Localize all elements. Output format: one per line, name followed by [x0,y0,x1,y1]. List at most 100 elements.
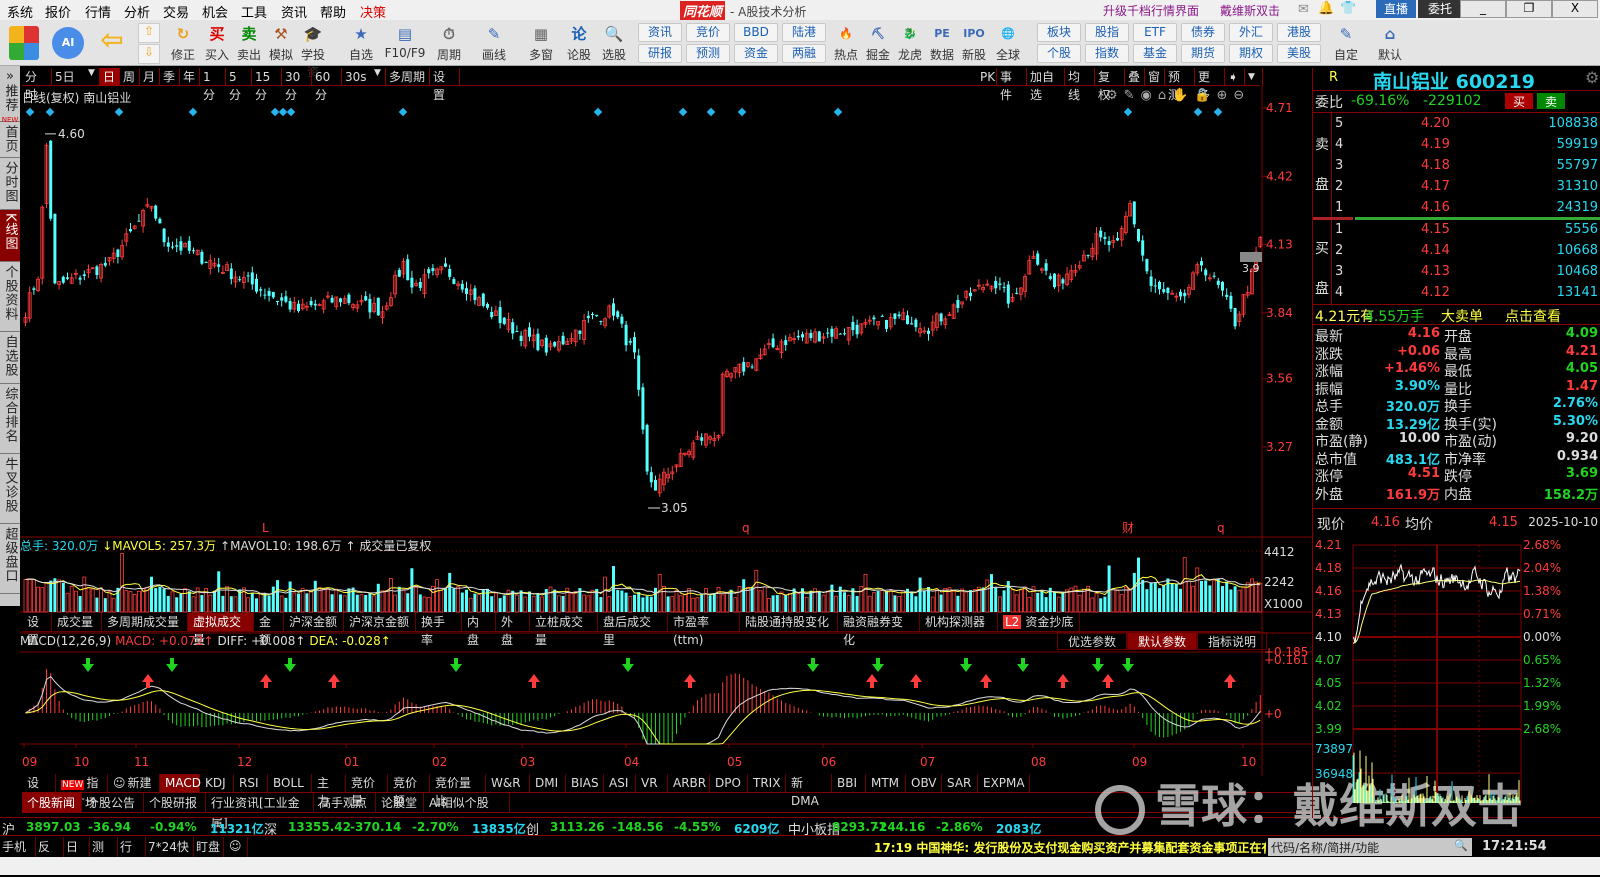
toolbar3-0-button[interactable]: ✎ 自定 [1328,23,1364,65]
news-tab-4[interactable]: 高手观点 [314,793,376,813]
menu-1[interactable]: 报价 [45,2,71,21]
macd-param-1[interactable]: 默认参数 [1127,632,1197,650]
status-item-0[interactable]: 手机端 [0,837,36,874]
indicator-tab-0[interactable]: 设置 [22,774,56,808]
indicator-tab-13[interactable]: BIAS [566,774,604,792]
period-6[interactable]: 年 [180,68,200,86]
entrust-button[interactable]: 委托 [1418,0,1462,18]
toolbar-btn-资金[interactable]: 资金 [734,44,778,63]
period-0[interactable]: 分时 [22,68,52,102]
chart-tool-6[interactable]: 窗 [1145,68,1165,86]
volume-tab-2[interactable]: 多周期成交量 [102,613,188,631]
ai-icon[interactable]: AI [50,23,86,65]
toolbar-8-button[interactable]: ✎ 画线 [473,23,515,65]
toolbar-btn-外汇[interactable]: 外汇 [1229,23,1273,42]
indicator-tab-9[interactable]: 竞价额 [388,774,430,808]
toolbar-2-button[interactable]: 卖卖出 [232,23,266,65]
toolbar-btn-ETF[interactable]: ETF [1133,23,1177,42]
live-button[interactable]: 直播 [1376,0,1416,18]
indicator-tab-12[interactable]: DMI [530,774,566,792]
menu-9[interactable]: 决策 [360,2,386,21]
chart-tool-8[interactable]: 更多 [1195,68,1225,102]
toolbar-7-button[interactable]: ⏱ 周期 [428,23,470,65]
period-7[interactable]: 1分 [200,68,226,102]
indicator-tab-11[interactable]: W&R [486,774,530,792]
toolbar-btn-期货[interactable]: 期货 [1181,44,1225,63]
volume-tab-15[interactable]: 机构探测器 [920,613,998,631]
toolbar-0-button[interactable]: ↻ 修正 [166,23,200,65]
upgrade-link[interactable]: 升级千档行情界面 [1103,2,1199,19]
chart-area[interactable]: 4.71 4.42 4.13 3.84 3.56 3.27 4.60 3.05 3.9 L q 财 q 4… [0,86,1312,776]
toolbar2-1-button[interactable]: ⛏ 掘金 [862,23,894,65]
toolbar2-2-button[interactable]: 🐉 龙虎 [894,23,926,65]
indicator-tab-14[interactable]: ASI [604,774,636,792]
indicator-tab-1[interactable]: NEW指标广场 [56,774,108,810]
toolbar-5-button[interactable]: ★ 自选 [340,23,382,65]
toolbar-btn-港股[interactable]: 港股 [1277,23,1321,42]
chart-tool-2[interactable]: 加自选 [1027,68,1065,102]
status-item-6[interactable]: 盯盘 [194,837,224,857]
toolbar-4-button[interactable]: 🎓 学投资 [296,23,330,79]
chevron-down-icon[interactable]: ▼ [88,68,95,78]
news-tab-1[interactable]: 个股公告 [82,793,144,813]
indicator-tab-7[interactable]: 主力 [312,774,346,808]
period-11[interactable]: 60分 [312,68,342,102]
news-tab-2[interactable]: 个股研报 [144,793,206,813]
period-9[interactable]: 15分 [252,68,282,102]
menu-8[interactable]: 帮助 [320,2,346,21]
indicator-tab-2[interactable]: ☺ 新建 [108,774,160,792]
volume-tab-12[interactable]: 市盈率(ttm) [668,613,740,647]
menu-5[interactable]: 机会 [202,2,228,21]
chart-tool-1[interactable]: 事件 [997,68,1027,102]
toolbar-btn-陆港[interactable]: 陆港 [782,23,826,42]
menu-6[interactable]: 工具 [241,2,267,21]
app-grid-icon[interactable] [6,23,42,65]
big-order-3[interactable]: 点击查看 [1505,306,1561,326]
indicator-tab-23[interactable]: SAR [942,774,978,792]
toolbar-btn-竞价[interactable]: 竞价 [686,23,730,42]
toolbar-btn-美股[interactable]: 美股 [1277,44,1321,63]
sell-button[interactable]: 卖 [1537,93,1565,109]
indicator-tab-6[interactable]: BOLL [268,774,312,792]
volume-tab-4[interactable]: 金额 [254,613,284,647]
status-item-3[interactable]: 测速 [90,837,118,874]
indicator-tab-22[interactable]: OBV [906,774,942,792]
period-10[interactable]: 30分 [282,68,312,102]
bell-icon[interactable]: 🔔 [1318,1,1334,16]
period-8[interactable]: 5分 [226,68,252,102]
volume-tab-16[interactable]: L2 资金抄底 [998,613,1080,631]
menu-7[interactable]: 资讯 [281,2,307,21]
toolbar2-0-button[interactable]: 🔥 热点 [830,23,862,65]
menu-2[interactable]: 行情 [85,2,111,21]
intraday-chart[interactable]: 4.21 2.68% 4.18 2.04% 4.16 1.38% 4.13 0.71% 4.10… [1313,533,1600,818]
volume-tab-7[interactable]: 换手率 [416,613,462,647]
toolbar-btn-预测[interactable]: 预测 [686,44,730,63]
close-button[interactable]: X [1552,0,1598,18]
status-item-1[interactable]: 反馈 [36,837,64,874]
mail-icon[interactable]: ✉ [1298,2,1309,17]
period-5[interactable]: 季 [160,68,180,86]
toolbar2-4-button[interactable]: IPO 新股 [958,23,990,65]
period-4[interactable]: 月 [140,68,160,86]
chart-tool-7[interactable]: 预测 [1165,68,1195,102]
indicator-tab-21[interactable]: MTM [866,774,906,792]
indicator-tab-4[interactable]: KDJ [200,774,234,792]
toolbar-btn-股指[interactable]: 股指 [1085,23,1129,42]
indicator-tab-19[interactable]: 新DMA [786,774,832,808]
volume-tab-6[interactable]: 沪深京金额 [344,613,416,631]
toolbar3-1-button[interactable]: ⌂ 默认 [1372,23,1408,65]
toolbar-11-button[interactable]: 🔍 选股 [597,23,631,65]
chart-tool-5[interactable]: 叠 [1125,68,1145,86]
volume-tab-11[interactable]: 盘后成交里 [598,613,668,647]
menu-0[interactable]: 系统 [7,2,33,21]
toolbar-btn-资讯[interactable]: 资讯 [638,23,682,42]
news-tab-5[interactable]: 论股堂 [376,793,424,813]
indicator-tab-17[interactable]: DPO [710,774,748,792]
period-3[interactable]: 周 [120,68,140,86]
chart-tool-3[interactable]: 均线 [1065,68,1095,102]
period-2[interactable]: 日 [100,68,120,86]
search-icon[interactable]: 🔍 [1454,839,1468,852]
chevron-down-icon[interactable]: ▼ [1245,68,1263,86]
toolbar-btn-期权[interactable]: 期权 [1229,44,1273,63]
toolbar-btn-债券[interactable]: 债券 [1181,23,1225,42]
